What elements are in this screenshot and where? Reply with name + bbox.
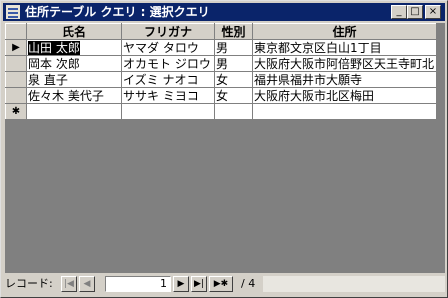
minimize-button[interactable]: _ bbox=[391, 5, 407, 19]
maximize-button[interactable]: □ bbox=[407, 5, 423, 19]
column-header-gender[interactable]: 性別 bbox=[214, 23, 253, 40]
cell-gender[interactable]: 男 bbox=[214, 55, 253, 72]
first-record-icon: |◀ bbox=[64, 279, 74, 289]
table-row[interactable]: 岡本 次郎 オカモト ジロウ 男 大阪府大阪市阿倍野区天王寺町北 bbox=[5, 55, 437, 72]
cell-address[interactable] bbox=[252, 103, 437, 120]
header-row: 氏名 フリガナ 性別 住所 bbox=[5, 23, 437, 40]
cell-gender[interactable] bbox=[214, 103, 253, 120]
new-record-row[interactable]: ✱ bbox=[5, 103, 437, 120]
cell-furigana[interactable]: ササキ ミヨコ bbox=[121, 87, 215, 104]
table-row[interactable]: ▶ 山田 太郎 ヤマダ タロウ 男 東京都文京区白山1丁目 bbox=[5, 39, 437, 56]
query-window: 住所テーブル クエリ : 選択クエリ _ □ × 氏名 フリガナ 性別 住所 ▶ bbox=[0, 0, 448, 298]
cell-furigana[interactable]: ヤマダ タロウ bbox=[121, 39, 215, 56]
cell-name[interactable]: 泉 直子 bbox=[26, 71, 122, 88]
row-selector[interactable] bbox=[5, 87, 27, 104]
cell-address[interactable]: 大阪府大阪市阿倍野区天王寺町北 bbox=[252, 55, 437, 72]
cell-furigana[interactable] bbox=[121, 103, 215, 120]
cell-gender[interactable]: 女 bbox=[214, 71, 253, 88]
column-header-furigana[interactable]: フリガナ bbox=[121, 23, 215, 40]
horizontal-scrollbar[interactable] bbox=[263, 276, 445, 292]
cell-address[interactable]: 東京都文京区白山1丁目 bbox=[252, 39, 437, 56]
prev-record-icon: ◀ bbox=[83, 279, 91, 289]
row-selector[interactable] bbox=[5, 55, 27, 72]
cell-name[interactable]: 佐々木 美代子 bbox=[26, 87, 122, 104]
datasheet-icon bbox=[6, 5, 20, 19]
new-record-icon: ▶✱ bbox=[213, 279, 229, 289]
next-record-icon: ▶ bbox=[177, 279, 185, 289]
cell-name[interactable]: 岡本 次郎 bbox=[26, 55, 122, 72]
cell-gender[interactable]: 男 bbox=[214, 39, 253, 56]
last-record-icon: ▶| bbox=[194, 279, 204, 289]
new-row-icon[interactable]: ✱ bbox=[5, 103, 27, 120]
current-row-icon[interactable]: ▶ bbox=[5, 39, 27, 56]
new-record-button[interactable]: ▶✱ bbox=[209, 276, 233, 292]
select-all-corner[interactable] bbox=[5, 23, 27, 40]
cell-name[interactable] bbox=[26, 103, 122, 120]
records-table: 氏名 フリガナ 性別 住所 ▶ 山田 太郎 ヤマダ タロウ 男 東京都文京区白山… bbox=[5, 23, 437, 120]
title-bar[interactable]: 住所テーブル クエリ : 選択クエリ _ □ × bbox=[3, 3, 445, 21]
cell-name[interactable]: 山田 太郎 bbox=[26, 39, 122, 56]
record-label: レコード: bbox=[5, 277, 53, 290]
close-button[interactable]: × bbox=[425, 5, 441, 19]
record-number-input[interactable]: 1 bbox=[105, 276, 171, 292]
column-header-address[interactable]: 住所 bbox=[252, 23, 437, 40]
datasheet-grid: 氏名 フリガナ 性別 住所 ▶ 山田 太郎 ヤマダ タロウ 男 東京都文京区白山… bbox=[5, 23, 445, 273]
prev-record-button[interactable]: ◀ bbox=[79, 276, 95, 292]
cell-address[interactable]: 大阪府大阪市北区梅田 bbox=[252, 87, 437, 104]
record-total: / 4 bbox=[241, 277, 256, 290]
table-row[interactable]: 佐々木 美代子 ササキ ミヨコ 女 大阪府大阪市北区梅田 bbox=[5, 87, 437, 104]
record-navigation-bar: レコード: |◀ ◀ 1 ▶ ▶| ▶✱ / 4 bbox=[5, 275, 445, 293]
cell-address[interactable]: 福井県福井市大願寺 bbox=[252, 71, 437, 88]
cell-gender[interactable]: 女 bbox=[214, 87, 253, 104]
row-selector[interactable] bbox=[5, 71, 27, 88]
window-title: 住所テーブル クエリ : 選択クエリ bbox=[25, 5, 210, 19]
selected-text: 山田 太郎 bbox=[28, 40, 80, 55]
cell-furigana[interactable]: オカモト ジロウ bbox=[121, 55, 215, 72]
table-row[interactable]: 泉 直子 イズミ ナオコ 女 福井県福井市大願寺 bbox=[5, 71, 437, 88]
last-record-button[interactable]: ▶| bbox=[191, 276, 207, 292]
first-record-button[interactable]: |◀ bbox=[61, 276, 77, 292]
column-header-name[interactable]: 氏名 bbox=[26, 23, 122, 40]
next-record-button[interactable]: ▶ bbox=[173, 276, 189, 292]
cell-furigana[interactable]: イズミ ナオコ bbox=[121, 71, 215, 88]
